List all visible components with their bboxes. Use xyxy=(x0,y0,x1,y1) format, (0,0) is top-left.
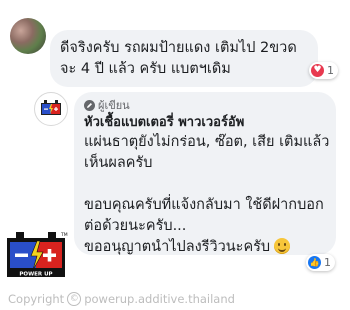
reply-author-name[interactable]: หัวเชื้อแบตเตอรี่ พาวเวอร์อัพ xyxy=(84,114,326,132)
commenter-avatar[interactable] xyxy=(10,18,46,54)
reaction-count: 1 xyxy=(327,64,334,77)
battery-logo-icon xyxy=(41,100,61,115)
heart-icon: ♥ xyxy=(311,64,324,77)
smile-emoji-icon xyxy=(274,238,291,254)
reply-text: แผ่นธาตุยังไม่กร่อน, ซ๊อต, เสีย เติมแล้ว… xyxy=(84,132,330,258)
comment-line: ดีจริงครับ รถผมป้ายแดง เติมไป 2ขวด xyxy=(60,40,297,56)
author-tag-label: ผู้เขียน xyxy=(98,99,130,112)
reply-line: ต่อด้วยนะครับ... xyxy=(84,218,187,234)
reply-reactions[interactable]: 👍 1 xyxy=(306,254,335,271)
pen-icon xyxy=(84,100,95,111)
reply-line: ขออนุญาตนำไปลงรีวิวนะครับ xyxy=(84,239,271,255)
reply-line: เห็นผลครับ xyxy=(84,155,153,171)
reply-line: แผ่นธาตุยังไม่กร่อน, ซ๊อต, เสีย เติมแล้ว xyxy=(84,134,330,150)
author-badge: ผู้เขียน xyxy=(84,98,326,113)
copyright-handle: powerup.additive.thailand xyxy=(84,292,235,306)
reaction-count: 1 xyxy=(324,256,331,269)
copyright-watermark: Copyright © powerup.additive.thailand xyxy=(8,292,235,306)
like-icon: 👍 xyxy=(308,256,321,269)
copyright-icon: © xyxy=(67,292,82,306)
comment-line: จะ 4 ปี แล้ว ครับ แบตฯเดิม xyxy=(60,61,231,77)
reply-line: ขอบคุณครับที่แจ้งกลับมา ใช้ดีฝากบอก xyxy=(84,197,324,213)
copyright-label: Copyright xyxy=(8,292,65,306)
logo-text: POWER UP xyxy=(19,272,52,278)
comment-reactions[interactable]: ♥ 1 xyxy=(309,62,338,79)
powerup-logo: POWER UP TM xyxy=(7,232,68,278)
page-avatar[interactable] xyxy=(34,92,68,126)
reply-bubble: ผู้เขียน หัวเชื้อแบตเตอรี่ พาวเวอร์อัพ แ… xyxy=(74,92,336,255)
comment-bubble: ดีจริงครับ รถผมป้ายแดง เติมไป 2ขวด จะ 4 … xyxy=(50,30,318,87)
reply-line-last: ขออนุญาตนำไปลงรีวิวนะครับ xyxy=(84,237,326,258)
logo-tm: TM xyxy=(60,232,68,238)
